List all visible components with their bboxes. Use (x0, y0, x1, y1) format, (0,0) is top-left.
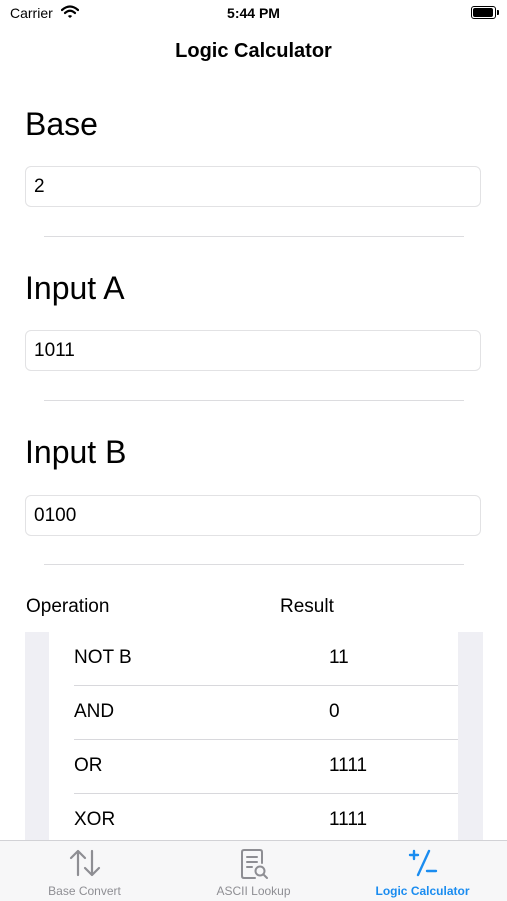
input-b-heading: Input B (25, 434, 127, 470)
operation-cell: XOR (74, 809, 116, 830)
tab-label: Base Convert (48, 884, 121, 898)
tab-label: Logic Calculator (375, 884, 470, 898)
result-column-header: Result (280, 596, 334, 617)
base-input[interactable] (25, 166, 481, 207)
tab-logic-calculator[interactable]: Logic Calculator (338, 841, 507, 901)
table-row[interactable]: NOT B 11 (49, 632, 458, 686)
tab-base-convert[interactable]: Base Convert (0, 841, 169, 901)
result-cell: 1111 (329, 755, 368, 776)
table-row[interactable]: XOR 1111 (49, 794, 458, 842)
tab-ascii-lookup[interactable]: ASCII Lookup (169, 841, 338, 901)
arrows-up-down-icon (68, 847, 102, 884)
document-search-icon (239, 847, 269, 886)
base-heading: Base (25, 106, 98, 142)
input-b-field[interactable] (25, 495, 481, 536)
divider (44, 236, 464, 237)
operation-cell: AND (74, 701, 115, 722)
table-row[interactable]: OR 1111 (49, 740, 458, 794)
input-a-heading: Input A (25, 270, 125, 306)
result-cell: 0 (329, 701, 340, 722)
operation-column-header: Operation (26, 596, 110, 617)
battery-icon (471, 6, 499, 19)
tab-bar: Base Convert ASCII Lookup Logic Calculat… (0, 840, 507, 901)
operation-cell: OR (74, 755, 103, 776)
input-a-field[interactable] (25, 330, 481, 371)
tab-label: ASCII Lookup (216, 884, 291, 898)
divider (44, 400, 464, 401)
divider (44, 564, 464, 565)
page-title: Logic Calculator (175, 40, 332, 62)
result-cell: 1111 (329, 809, 368, 830)
status-bar: Carrier 5:44 PM (0, 0, 507, 28)
plus-slash-minus-icon (407, 847, 439, 884)
clock: 5:44 PM (227, 5, 280, 21)
table-row[interactable]: AND 0 (49, 686, 458, 740)
results-table[interactable]: NOT B 11 AND 0 OR 1111 XOR 1111 (25, 632, 483, 842)
operation-cell: NOT B (74, 647, 132, 668)
result-cell: 11 (329, 647, 349, 668)
